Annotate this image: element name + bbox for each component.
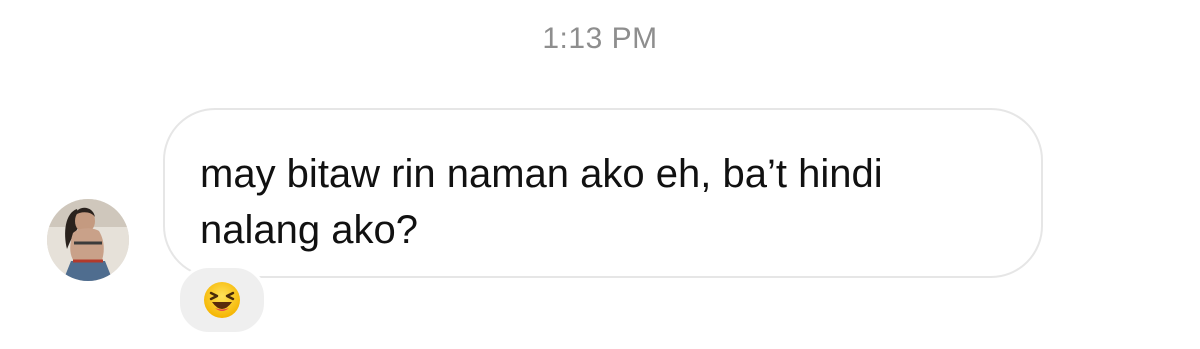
message-timestamp: 1:13 PM	[542, 22, 658, 55]
sender-avatar[interactable]	[47, 199, 129, 281]
laughing-face-emoji-icon	[204, 282, 240, 318]
message-reaction[interactable]	[177, 265, 267, 335]
avatar-photo	[47, 199, 129, 281]
message-bubble[interactable]: may bitaw rin naman ako eh, ba’t hindi n…	[163, 108, 1043, 278]
message-text: may bitaw rin naman ako eh, ba’t hindi n…	[200, 152, 883, 252]
